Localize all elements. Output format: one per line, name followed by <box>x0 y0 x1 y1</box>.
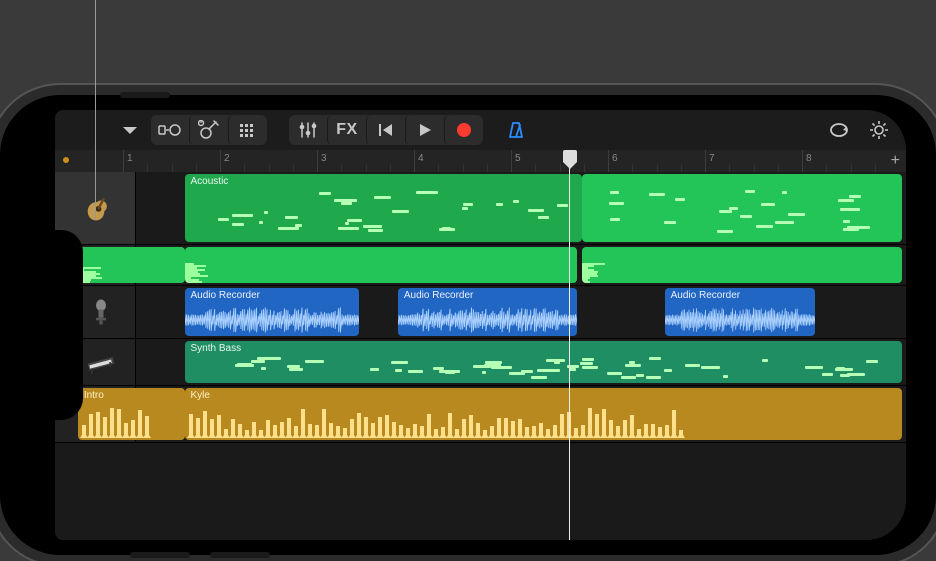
region[interactable]: Acoustic <box>185 174 583 242</box>
fx-button[interactable]: FX <box>327 115 366 145</box>
device-frame: FX <box>0 95 936 555</box>
ruler-bar-number: 4 <box>418 153 424 164</box>
toolbar: FX <box>55 110 906 151</box>
browser-group <box>151 115 267 145</box>
tracks-area[interactable]: AcousticAudio RecorderAudio RecorderAudi… <box>55 172 906 540</box>
add-section-button[interactable]: + <box>891 152 900 170</box>
fx-label: FX <box>336 121 357 139</box>
microphone-icon <box>84 297 118 327</box>
track-drums[interactable]: Intro Kyle <box>55 386 906 443</box>
device-vol-down <box>210 552 270 558</box>
rewind-button[interactable] <box>366 115 405 145</box>
ruler-bar-number: 6 <box>612 153 618 164</box>
view-menu-button[interactable] <box>111 115 149 145</box>
ruler-bar-number: 7 <box>709 153 715 164</box>
region[interactable] <box>582 174 902 242</box>
playhead[interactable] <box>569 150 570 540</box>
track-epiano[interactable] <box>55 245 906 286</box>
region[interactable]: Synth Bass <box>185 341 903 383</box>
device-vol-up <box>130 552 190 558</box>
region-label: Acoustic <box>191 176 229 187</box>
playhead-handle[interactable] <box>563 150 577 162</box>
track-controls-button[interactable] <box>289 115 327 145</box>
track-synthbass[interactable]: Synth Bass <box>55 339 906 386</box>
ruler-bar-number: 2 <box>224 153 230 164</box>
section-marker[interactable] <box>63 157 69 163</box>
play-button[interactable] <box>405 115 444 145</box>
track-lane[interactable]: Audio Recorder Audio Recorder Audio Record… <box>136 286 906 338</box>
region-label: Intro <box>84 390 104 401</box>
region[interactable] <box>185 247 578 283</box>
ruler-bar-number: 5 <box>515 153 521 164</box>
region-label: Audio Recorder <box>671 290 740 301</box>
instrument-button[interactable] <box>189 115 228 145</box>
track-lane[interactable] <box>136 245 906 285</box>
metronome-button[interactable] <box>497 115 535 145</box>
keyboard-icon <box>84 347 118 377</box>
ruler[interactable]: + 1 2 3 4 5 6 7 8 <box>55 150 906 173</box>
region-label: Audio Recorder <box>404 290 473 301</box>
region[interactable] <box>582 247 902 283</box>
app-screen: FX <box>55 110 906 540</box>
region-label: Audio Recorder <box>191 290 260 301</box>
track-audio[interactable]: Audio Recorder Audio Recorder Audio Record… <box>55 286 906 339</box>
region-label: Synth Bass <box>191 343 242 354</box>
region[interactable]: Intro <box>78 388 185 440</box>
loop-browser-button[interactable] <box>228 115 267 145</box>
device-side-button <box>120 92 170 98</box>
ruler-bar-number: 1 <box>127 153 133 164</box>
ruler-bar-number: 3 <box>321 153 327 164</box>
settings-button[interactable] <box>860 115 898 145</box>
region[interactable]: Audio Recorder <box>398 288 577 336</box>
sound-browser-button[interactable] <box>151 115 189 145</box>
ruler-bar-number: 8 <box>806 153 812 164</box>
transport-group: FX <box>289 115 483 145</box>
region[interactable]: Kyle <box>185 388 903 440</box>
track-lane[interactable]: Acoustic <box>136 172 906 244</box>
region[interactable]: Audio Recorder <box>665 288 815 336</box>
region[interactable] <box>78 247 185 283</box>
track-lane[interactable]: Synth Bass <box>136 339 906 385</box>
track-acoustic[interactable]: Acoustic <box>55 172 906 245</box>
callout-line <box>95 0 96 220</box>
region-label: Kyle <box>191 390 210 401</box>
acoustic-guitar-icon <box>84 193 118 223</box>
loop-button[interactable] <box>820 115 858 145</box>
record-button[interactable] <box>444 115 483 145</box>
track-lane[interactable]: IntroKyle <box>136 386 906 442</box>
device-notch <box>55 230 83 420</box>
region[interactable]: Audio Recorder <box>185 288 360 336</box>
